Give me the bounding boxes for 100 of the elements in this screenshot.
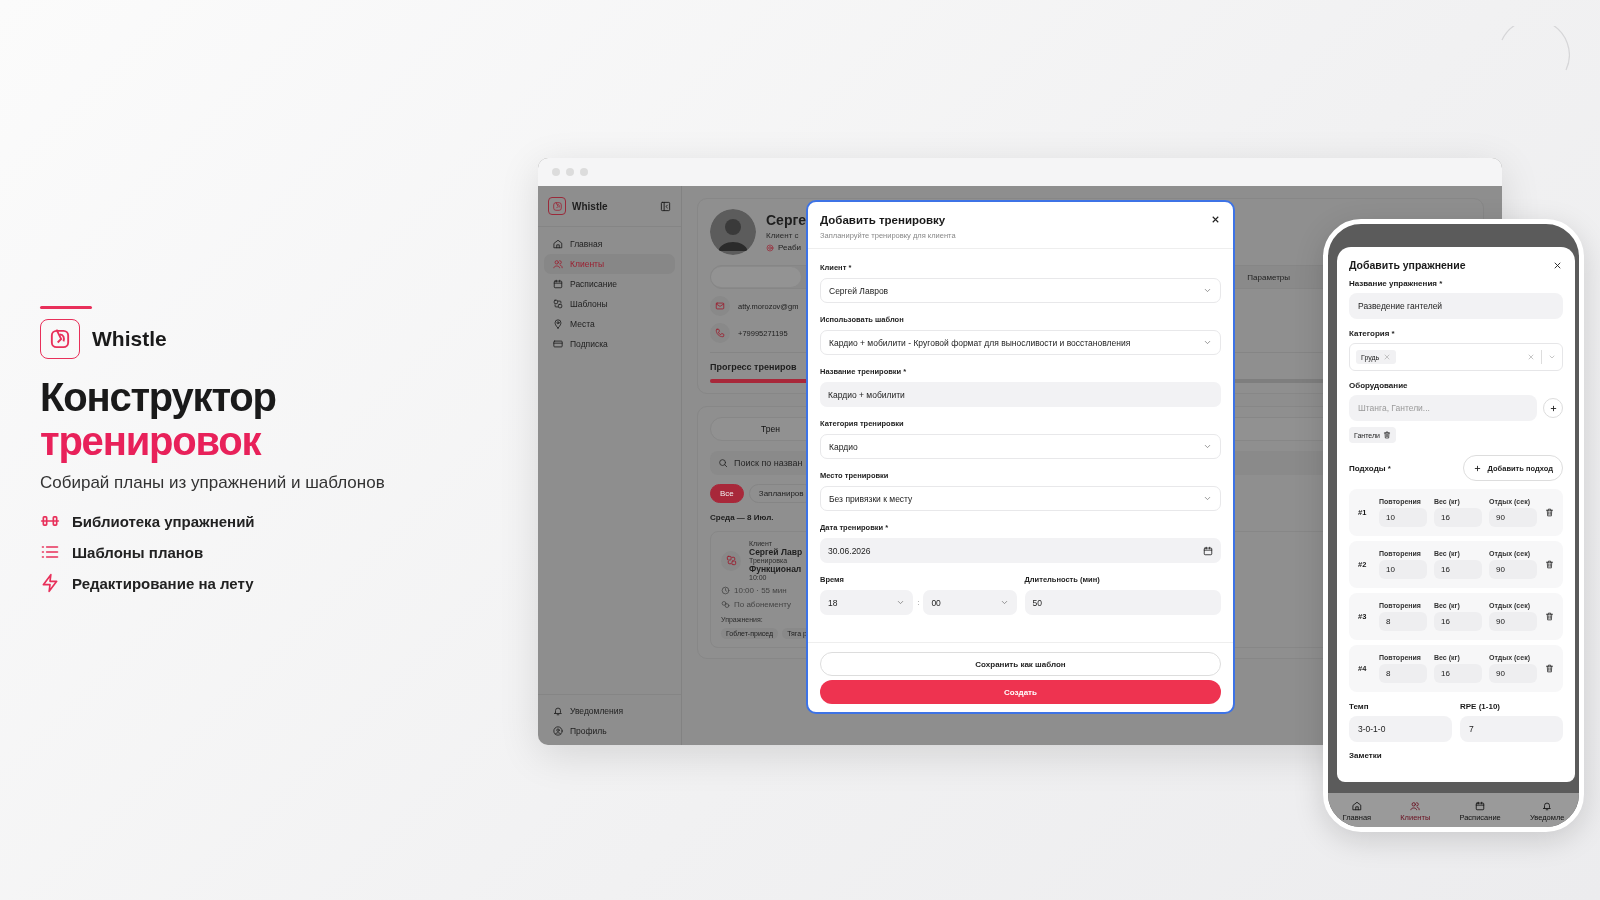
input-field[interactable]: 8	[1379, 664, 1427, 683]
brand-name: Whistle	[92, 327, 167, 351]
home-icon	[553, 239, 563, 249]
plus-icon	[1472, 463, 1482, 473]
chevron-icon	[999, 598, 1009, 607]
sidebar-item[interactable]: Шаблоны	[544, 294, 675, 314]
feature-label: Библиотека упражнений	[72, 512, 255, 530]
trash-icon	[1545, 664, 1554, 673]
field-label: Темп	[1349, 702, 1370, 711]
templates-icon	[725, 555, 737, 566]
workout-duration: 10:00 · 55 мин	[734, 586, 787, 595]
field-label: Подходы *	[1349, 463, 1391, 473]
progress-label: Прогресс трениров	[710, 362, 797, 372]
select-field[interactable]: Кардио + мобилити - Круговой формат для выносливости и восстановления	[820, 330, 1221, 355]
input-field[interactable]: 10	[1379, 508, 1427, 527]
whistle-logo	[40, 319, 80, 359]
location-pin-icon	[553, 319, 563, 329]
input-field[interactable]: 16	[1434, 508, 1482, 527]
select-field[interactable]: Без привязки к месту	[820, 486, 1221, 511]
select-field[interactable]: Сергей Лавров	[820, 278, 1221, 303]
input-field[interactable]: Кардио + мобилити	[820, 382, 1221, 407]
client-subtitle: Клиент с	[766, 231, 800, 240]
sidebar-item[interactable]: Профиль	[544, 721, 675, 741]
create-button[interactable]: Создать	[820, 680, 1221, 704]
sidebar-item[interactable]: Места	[544, 314, 675, 334]
chevron-icon	[1203, 286, 1212, 295]
sidebar-item[interactable]: Уведомления	[544, 701, 675, 721]
window-dot	[580, 168, 588, 176]
calendar-icon	[1475, 801, 1486, 811]
date-field[interactable]: 30.06.2026	[820, 538, 1221, 563]
chevron-icon	[1548, 353, 1556, 361]
field-label: Оборудование	[1349, 381, 1409, 390]
duration-field[interactable]: 50	[1024, 590, 1221, 615]
sidebar-toggle-icon	[660, 200, 671, 212]
input-field[interactable]: 10	[1379, 560, 1427, 579]
input-field[interactable]: 90	[1489, 560, 1537, 579]
hour-select[interactable]: 18	[820, 590, 914, 615]
field-label: Название упражнения *	[1349, 279, 1444, 288]
templates-icon	[553, 299, 563, 309]
calendar-icon	[553, 279, 563, 289]
minute-select[interactable]: 00	[923, 590, 1017, 615]
trash-icon	[1382, 431, 1391, 439]
headline-accent: тренировок	[40, 419, 261, 463]
field-label: RPE (1-10)	[1460, 702, 1501, 711]
link-icon	[721, 600, 730, 609]
sidebar-item[interactable]: Подписка	[544, 334, 675, 354]
plus-icon	[1548, 403, 1558, 413]
users-icon	[1410, 801, 1421, 811]
select-field[interactable]: Кардио	[820, 434, 1221, 459]
phone-icon	[715, 328, 725, 338]
client-name: Серге	[766, 212, 807, 228]
trash-icon	[1545, 508, 1554, 517]
mail-icon	[715, 301, 725, 311]
whistle-logo	[548, 197, 566, 215]
trash-icon	[1545, 560, 1554, 569]
search-icon	[718, 458, 728, 468]
add-button[interactable]	[1543, 398, 1563, 418]
chevron-icon	[1203, 442, 1212, 451]
home-icon	[1351, 801, 1362, 811]
date-heading: Среда — 8 Июл.	[710, 513, 774, 522]
headline: Конструктор	[40, 375, 276, 419]
profile-icon	[553, 726, 563, 736]
bell-icon	[553, 706, 563, 716]
close-icon	[1383, 353, 1392, 361]
target-icon	[766, 243, 774, 252]
input-field[interactable]: 16	[1434, 664, 1482, 683]
save-template-button[interactable]: Сохранить как шаблон	[820, 652, 1221, 676]
input-field[interactable]: 90	[1489, 612, 1537, 631]
client-tag: Реаби	[778, 243, 801, 252]
payment-type: По абонементу	[734, 600, 791, 609]
dialog-title: Добавить тренировку	[820, 214, 947, 226]
users-icon	[553, 259, 563, 269]
input-field[interactable]: 16	[1434, 560, 1482, 579]
client-name: Сергей Лавр	[749, 547, 803, 557]
input-field[interactable]: 16	[1434, 612, 1482, 631]
input-field[interactable]: 7	[1460, 716, 1563, 742]
sidebar-item[interactable]: Главная	[544, 234, 675, 254]
close-button[interactable]	[1210, 214, 1221, 225]
input-field[interactable]: 90	[1489, 664, 1537, 683]
input-field[interactable]: 3-0-1-0	[1349, 716, 1452, 742]
calendar-icon	[1203, 545, 1213, 556]
filter-chip[interactable]: Все	[710, 484, 744, 503]
input-field[interactable]: 8	[1379, 612, 1427, 631]
lightning-icon	[40, 573, 60, 593]
sidebar-item[interactable]: Расписание	[544, 274, 675, 294]
feature-label: Редактирование на лету	[72, 574, 254, 592]
field-label: Категория *	[1349, 329, 1396, 338]
sheet-title: Добавить упражнение	[1349, 259, 1466, 271]
brand-name: Whistle	[572, 200, 609, 212]
tab[interactable]: Параметры	[1247, 272, 1290, 282]
input-field[interactable]: Разведение гантелей	[1349, 293, 1563, 319]
chevron-icon	[896, 598, 906, 607]
avatar	[710, 209, 756, 255]
bell-icon	[1542, 801, 1553, 811]
time-separator: :	[917, 598, 920, 607]
clock-icon	[721, 586, 730, 595]
subheadline: Собирай планы из упражнений и шаблонов	[40, 473, 385, 493]
window-dot	[566, 168, 574, 176]
accent-line	[40, 306, 92, 309]
input-field[interactable]: 90	[1489, 508, 1537, 527]
